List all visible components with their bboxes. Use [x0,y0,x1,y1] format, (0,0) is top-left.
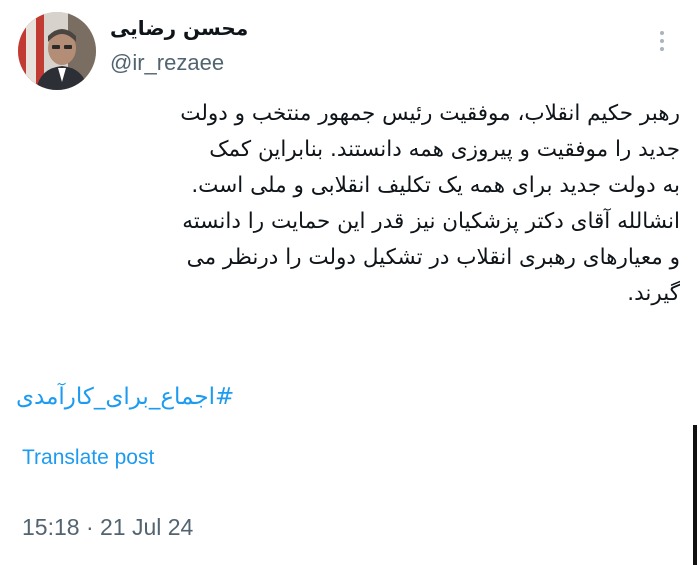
more-vertical-icon-dot [660,39,664,43]
translate-post-link[interactable]: Translate post [22,446,154,470]
avatar-image [18,12,96,90]
more-vertical-icon-dot [660,47,664,51]
more-options-button[interactable] [650,26,674,56]
tweet-text-line: انشالله آقای دکتر پزشکیان نیز قدر این حم… [182,209,680,234]
hashtag-link[interactable]: #اجماع_برای_کارآمدی [16,384,234,410]
post-timestamp[interactable]: 15:18 · 21 Jul 24 [22,514,193,541]
author-display-name[interactable]: محسن رضایی [110,16,248,40]
author-handle[interactable]: @ir_rezaee [110,50,224,76]
more-vertical-icon [660,31,664,35]
tweet-text-line: جدید را موفقیت و پیروزی همه دانستند. بنا… [209,137,680,162]
tweet-text: رهبر حکیم انقلاب، موفقیت رئیس جمهور منتخ… [16,96,680,312]
tweet-text-line: گیرند. [627,281,680,306]
tweet-text-line: رهبر حکیم انقلاب، موفقیت رئیس جمهور منتخ… [180,101,680,126]
author-block: محسن رضایی @ir_rezaee [110,12,260,82]
tweet-text-line: به دولت جدید برای همه یک تکلیف انقلابی و… [191,173,680,198]
tweet-text-line: و معیارهای رهبری انقلاب در تشکیل دولت را… [186,245,680,270]
edge-divider [693,425,697,565]
tweet-card: محسن رضایی @ir_rezaee رهبر حکیم انقلاب، … [0,0,700,565]
avatar[interactable] [18,12,96,90]
